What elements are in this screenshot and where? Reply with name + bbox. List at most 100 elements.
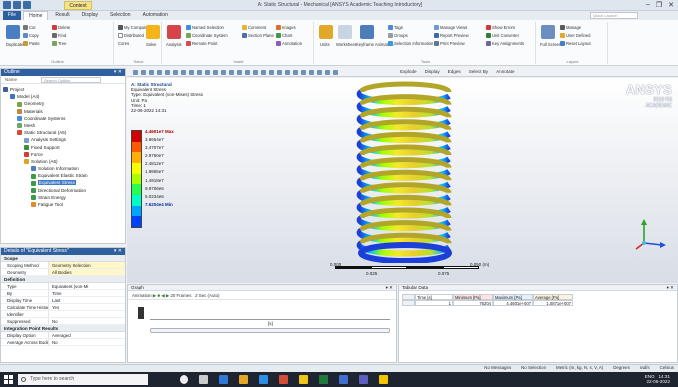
analysis-icon[interactable] [167, 25, 181, 39]
play-icon[interactable]: ▶ ■ ◀ ▶ [153, 293, 171, 298]
view-tool-icon[interactable] [221, 70, 226, 75]
file-explorer-icon[interactable] [239, 375, 248, 384]
details-value[interactable] [49, 311, 125, 317]
maximize-button[interactable]: ❐ [656, 1, 662, 9]
details-value[interactable]: No [49, 339, 125, 345]
details-row[interactable]: Display Time Last [1, 297, 125, 304]
tree-node[interactable]: Equivalent Stress [3, 179, 125, 186]
save-icon[interactable] [13, 1, 21, 9]
tree-node[interactable]: Strain Energy [3, 194, 125, 201]
paste-button[interactable]: Paste [23, 41, 40, 47]
store-icon[interactable] [259, 375, 268, 384]
details-row[interactable]: Calculate Time History Yes [1, 304, 125, 311]
view-tool-icon[interactable] [253, 70, 258, 75]
window-controls[interactable]: – ❐ ✕ [646, 1, 674, 9]
tree-node[interactable]: Project [3, 86, 125, 93]
tab-selection[interactable]: Selection [105, 11, 136, 20]
tags-button[interactable]: Tags [388, 25, 403, 31]
groups-button[interactable]: Groups [388, 33, 408, 39]
details-value[interactable]: Geometry Selection [49, 262, 125, 268]
view-tool-icon[interactable] [333, 70, 338, 75]
quick-access-toolbar[interactable] [3, 1, 31, 10]
context-tab[interactable]: Context [64, 1, 92, 10]
close-button[interactable]: ✕ [668, 1, 674, 9]
animation-toolbar[interactable]: Animation ▶ ■ ◀ ▶ 20 Frames 2 Sec (Auto) [128, 291, 396, 300]
edges-menu[interactable]: Edges [448, 69, 461, 74]
windows-start-icon[interactable] [4, 375, 13, 384]
details-row[interactable]: Suppressed No [1, 318, 125, 325]
contour-legend-bar[interactable] [131, 130, 142, 228]
tab-home[interactable]: Home [23, 10, 49, 21]
explode-slider[interactable]: Explode [400, 69, 417, 74]
word-icon[interactable] [339, 375, 348, 384]
tree-node[interactable]: Static Structural (A5) [3, 129, 125, 136]
selection-info-button[interactable]: Selection Information [388, 41, 433, 47]
tree-node[interactable]: Directional Deformation [3, 187, 125, 194]
mechanical-icon[interactable] [379, 375, 388, 384]
annotation-button[interactable]: Annotation [276, 41, 302, 47]
cut-button[interactable]: Cut [23, 25, 36, 31]
view-tool-icon[interactable] [277, 70, 282, 75]
select-by-menu[interactable]: Select By [469, 69, 488, 74]
frames-select[interactable]: 20 Frames [170, 293, 191, 298]
details-row[interactable]: Scoping Method Geometry Selection [1, 262, 125, 269]
view-tool-icon[interactable] [205, 70, 210, 75]
view-tool-icon[interactable] [141, 70, 146, 75]
chart-button[interactable]: Chart [276, 33, 292, 39]
duplicate-icon[interactable] [6, 25, 20, 39]
view-tool-icon[interactable] [237, 70, 242, 75]
details-row[interactable]: Display Option Averaged [1, 332, 125, 339]
view-tool-icon[interactable] [293, 70, 298, 75]
tree-node[interactable]: Equivalent Elastic Strain [3, 172, 125, 179]
named-selection-button[interactable]: Named Selection [186, 25, 224, 31]
view-tool-icon[interactable] [269, 70, 274, 75]
view-tool-icon[interactable] [189, 70, 194, 75]
tab-display[interactable]: Display [77, 11, 103, 20]
worksheet-button[interactable]: Worksheet [336, 42, 356, 47]
view-tool-icon[interactable] [325, 70, 330, 75]
keyframe-icon[interactable] [360, 25, 374, 39]
details-value[interactable]: Yes [49, 304, 125, 310]
view-tool-icon[interactable] [173, 70, 178, 75]
tree-node[interactable]: Mesh [3, 122, 125, 129]
view-tool-icon[interactable] [309, 70, 314, 75]
status-units[interactable]: Metric (m, kg, N, s, V, A) [556, 365, 603, 370]
view-tool-icon[interactable] [301, 70, 306, 75]
details-value[interactable]: Last [49, 297, 125, 303]
time-scrubber[interactable] [150, 328, 390, 333]
details-value[interactable]: Time [49, 290, 125, 296]
coordinate-system-button[interactable]: Coordinate System [186, 33, 228, 39]
details-value[interactable]: Equivalent (von-Mi [49, 283, 125, 289]
user-defined-button[interactable]: User Defined [560, 33, 590, 39]
analysis-button[interactable]: Analysis [166, 42, 182, 47]
cortana-icon[interactable] [180, 375, 188, 384]
clock-date[interactable]: 22-06-2022 [645, 379, 671, 384]
print-preview-button[interactable]: Print Preview [434, 41, 465, 47]
details-row[interactable]: Geometry All Bodies [1, 269, 125, 276]
tab-automation[interactable]: Automation [138, 11, 173, 20]
details-section-header[interactable]: Scope [1, 255, 125, 262]
currency-icon[interactable] [299, 375, 308, 384]
view-tool-icon[interactable] [165, 70, 170, 75]
taskbar-search-input[interactable]: Type here to search [18, 374, 148, 385]
view-tool-icon[interactable] [229, 70, 234, 75]
units-icon[interactable] [319, 25, 333, 39]
edge-icon[interactable] [219, 375, 228, 384]
manage-views-button[interactable]: Manage Views [434, 25, 467, 31]
excel-icon[interactable] [319, 375, 328, 384]
undo-icon[interactable] [23, 1, 31, 9]
view-tool-icon[interactable] [133, 70, 138, 75]
tree-node[interactable]: Force [3, 151, 125, 158]
tree-node[interactable]: Geometry [3, 100, 125, 107]
task-view-icon[interactable] [199, 375, 208, 384]
details-value[interactable]: All Bodies [49, 269, 125, 275]
annotate-menu[interactable]: Annotate [496, 69, 514, 74]
copy-button[interactable]: Copy [23, 33, 39, 39]
pin-icon[interactable]: ▾ ✕ [114, 69, 122, 76]
tree-node[interactable]: Solution (A6) [3, 158, 125, 165]
tree-node[interactable]: Fixed Support [3, 144, 125, 151]
solve-icon[interactable] [146, 25, 160, 39]
view-tool-icon[interactable] [181, 70, 186, 75]
outline-search-input[interactable]: Search Outline [41, 77, 101, 83]
key-assignments-button[interactable]: Key Assignments [486, 41, 524, 47]
